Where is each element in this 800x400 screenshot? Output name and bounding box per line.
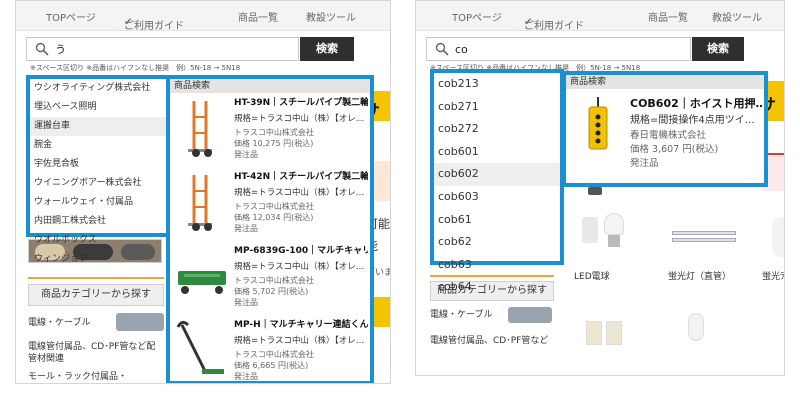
search-input[interactable] (455, 41, 685, 57)
search-icon (35, 42, 49, 56)
search-icon (435, 42, 449, 56)
product-category-label[interactable]: 蛍光ﾗ (762, 271, 784, 283)
suggestion-item[interactable]: ウイニングボアー株式会社 (30, 174, 166, 193)
nav-top[interactable]: TOPページ (46, 9, 96, 24)
product-category-label[interactable]: 蛍光灯（直管） (668, 271, 731, 283)
product-spec: 規格=トラスコ中山（株）【オレ… (234, 262, 365, 272)
product-order-type: 発注品 (234, 372, 258, 381)
fixture-image (584, 321, 626, 345)
product-name[interactable]: HT-39N｜スチールパイプ製二輪… (234, 97, 368, 110)
product-item[interactable]: COB602｜ホイスト用押… 規格=間接操作4点用ツイ… 春日電機株式会社 価格… (566, 89, 764, 181)
suggestion-item[interactable]: ウィンジョブ (30, 250, 166, 269)
suggestion-item[interactable]: ウォールウェイ・付属品 (30, 193, 166, 212)
product-search-header: 商品検索 (566, 75, 764, 89)
product-maker: トラスコ中山株式会社 (234, 202, 314, 211)
suggestion-item[interactable]: cob62 (434, 231, 560, 254)
search-input[interactable] (55, 41, 285, 57)
led-bulb-image (574, 213, 634, 257)
category-item[interactable]: 電線・ケーブル (430, 309, 492, 321)
product-order-type: 発注品 (234, 224, 258, 233)
nav-top[interactable]: TOPページ (452, 9, 502, 24)
product-price: 価格 5,702 円(税込) (234, 287, 309, 296)
lamp-image (688, 313, 704, 341)
product-order-type: 発注品 (234, 150, 258, 159)
product-name[interactable]: MP-6839G-100｜マルチキャリ… (234, 245, 368, 258)
search-box[interactable] (26, 37, 299, 61)
search-button[interactable]: 検索 (692, 37, 744, 61)
product-search-header: 商品検索 (170, 79, 370, 93)
carrier-handle-icon (176, 320, 224, 374)
bulb-image (772, 217, 784, 257)
product-spec: 規格=トラスコ中山（株）【オレ… (234, 114, 365, 124)
divider (28, 277, 164, 279)
suggestion-item[interactable]: cob272 (434, 118, 560, 141)
left-screenshot: TOPページ ✔ご利用ガイド 商品一覧 教設ツール 検索 ※スペース区切り ※品… (15, 0, 391, 384)
hand-truck-icon (188, 175, 212, 231)
suggestion-item[interactable]: cob603 (434, 186, 560, 209)
suggestion-item[interactable]: 腕金 (30, 136, 166, 155)
product-price: 価格 10,275 円(税込) (234, 139, 314, 148)
category-item[interactable]: 電線・ケーブル (28, 317, 90, 329)
product-category-label[interactable]: LED電球 (574, 271, 610, 283)
product-price: 価格 6,665 円(税込) (234, 361, 309, 370)
nav-products[interactable]: 商品一覧 (648, 9, 688, 24)
suggestion-item[interactable]: 埋込ベース照明 (30, 98, 166, 117)
suggestion-item[interactable]: 内田鋼工株式会社 (30, 212, 166, 231)
suggestion-item[interactable]: cob61 (434, 209, 560, 232)
category-search-button[interactable]: 商品カテゴリーから探す (28, 284, 164, 306)
fluorescent-tube-image (672, 229, 736, 245)
product-name[interactable]: COB602｜ホイスト用押… (630, 97, 762, 111)
product-search-panel: 商品検索 HT-39N｜スチールパイプ製二輪… 規格=トラスコ中山（株）【オレ…… (166, 75, 374, 383)
hoist-pendant-icon (588, 97, 608, 150)
hand-truck-icon (188, 101, 212, 157)
product-spec: 規格=トラスコ中山（株）【オレ… (234, 336, 365, 346)
right-screenshot: TOPページ ✔ご利用ガイド 商品一覧 教設ツール 検索 ※スペース区切り ※品… (415, 0, 785, 376)
product-item[interactable]: MP-H｜マルチキャリー連結くん… 規格=トラスコ中山（株）【オレ… トラスコ中… (170, 315, 370, 381)
dolly-icon (178, 271, 226, 294)
product-maker: トラスコ中山株式会社 (234, 350, 314, 359)
cable-thumb (116, 313, 164, 331)
nav-tools[interactable]: 教設ツール (306, 9, 356, 24)
product-search-panel: 商品検索 COB602｜ホイスト用押… 規格=間接操作4点用ツイ… 春日電機株式… (562, 71, 768, 187)
suggestion-item[interactable]: cob64 (434, 276, 560, 299)
product-spec: 規格=トラスコ中山（株）【オレ… (234, 188, 365, 198)
nav-tools[interactable]: 教設ツール (712, 9, 762, 24)
cable-thumb (508, 307, 552, 323)
product-price: 価格 3,607 円(税込) (630, 144, 719, 155)
product-name[interactable]: MP-H｜マルチキャリー連結くん… (234, 319, 368, 332)
product-order-type: 発注品 (234, 298, 258, 307)
suggestion-item[interactable]: ウオルボックス (30, 231, 166, 250)
suggestion-item[interactable]: cob63 (434, 254, 560, 277)
small-device-icon (588, 187, 602, 195)
suggestion-item-active[interactable]: cob602 (434, 163, 560, 186)
category-item[interactable]: 電線管付属品、CD･PF管など配管材関連 (28, 341, 164, 365)
product-item[interactable]: MP-6839G-100｜マルチキャリ… 規格=トラスコ中山（株）【オレ… トラ… (170, 241, 370, 315)
suggestion-item[interactable]: cob213 (434, 73, 560, 96)
top-navigation: TOPページ ✔ ご利用ガイド 商品一覧 教設ツール (16, 1, 390, 31)
category-item[interactable]: モール・ラック付属品・ (28, 371, 127, 383)
product-item[interactable]: HT-42N｜スチールパイプ製二輪… 規格=トラスコ中山（株）【オレ… トラスコ… (170, 167, 370, 241)
suggestion-item[interactable]: 宇佐見合板 (30, 155, 166, 174)
suggestion-item[interactable]: ウシオライティング株式会社 (30, 79, 166, 98)
product-order-type: 発注品 (630, 158, 659, 169)
suggestion-item[interactable]: cob271 (434, 96, 560, 119)
suggestion-item[interactable]: cob601 (434, 141, 560, 164)
nav-products[interactable]: 商品一覧 (238, 9, 278, 24)
product-name[interactable]: HT-42N｜スチールパイプ製二輪… (234, 171, 368, 184)
category-item[interactable]: 電線管付属品、CD･PF管など (430, 335, 548, 347)
product-maker: トラスコ中山株式会社 (234, 276, 314, 285)
top-navigation: TOPページ ✔ ご利用ガイド 商品一覧 教設ツール (416, 1, 784, 31)
search-hint: ※スペース区切り ※品番はハイフンなし推奨 例）5N-18 → 5N18 (30, 64, 241, 72)
suggestion-list: cob213 cob271 cob272 cob601 cob602 cob60… (430, 69, 564, 293)
search-button[interactable]: 検索 (300, 37, 354, 61)
search-box[interactable] (426, 37, 691, 61)
product-item[interactable]: HT-39N｜スチールパイプ製二輪… 規格=トラスコ中山（株）【オレ… トラスコ… (170, 93, 370, 167)
suggestion-list: ウシオライティング株式会社 埋込ベース照明 運搬台車 腕金 宇佐見合板 ウイニン… (26, 75, 170, 264)
product-spec: 規格=間接操作4点用ツイ… (630, 115, 755, 126)
suggestion-item-active[interactable]: 運搬台車 (30, 117, 166, 136)
product-price: 価格 12,034 円(税込) (234, 213, 314, 222)
product-maker: 春日電機株式会社 (630, 130, 707, 141)
product-maker: トラスコ中山株式会社 (234, 128, 314, 137)
